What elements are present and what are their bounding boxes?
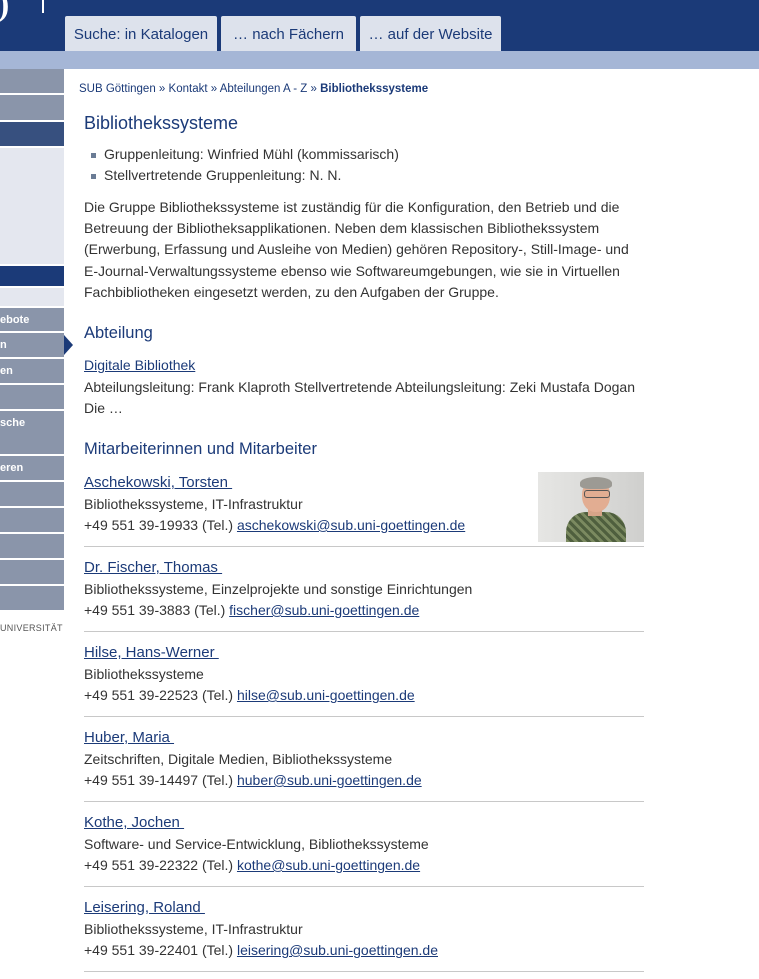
staff-email-link[interactable]: fischer@sub.uni-goettingen.de (229, 602, 419, 618)
divider (84, 716, 644, 717)
tel-label: (Tel.) (201, 687, 234, 703)
divider (84, 546, 644, 547)
sidebar-item[interactable] (0, 69, 64, 93)
department-link[interactable]: Digitale Bibliothek (84, 357, 195, 373)
staff-contact: +49 551 39-22322 (Tel.) kothe@sub.uni-go… (84, 857, 420, 873)
leadership-list: Gruppenleitung: Winfried Mühl (kommissar… (89, 145, 399, 187)
staff-email-link[interactable]: kothe@sub.uni-goettingen.de (237, 857, 420, 873)
sidebar-item[interactable] (0, 95, 64, 120)
divider (84, 886, 644, 887)
staff-heading: Mitarbeiterinnen und Mitarbeiter (84, 440, 317, 458)
staff-phone: +49 551 39-22523 (84, 687, 199, 703)
sidebar-item-label: ebote (0, 314, 30, 326)
tel-label: (Tel.) (201, 857, 234, 873)
sidebar-item[interactable] (0, 534, 64, 558)
sidebar-item[interactable] (0, 508, 64, 532)
sidebar-item-label: en (0, 365, 13, 377)
staff-department: Bibliothekssysteme (84, 666, 204, 682)
breadcrumb-current: Bibliothekssysteme (320, 83, 429, 95)
page-title: Bibliothekssysteme (84, 113, 239, 133)
staff-contact: +49 551 39-14497 (Tel.) huber@sub.uni-go… (84, 772, 422, 788)
breadcrumb-link[interactable]: Kontakt (169, 83, 208, 95)
sidebar-item[interactable]: en (0, 359, 64, 383)
sidebar-item[interactable]: eren (0, 456, 64, 480)
sidebar-item-active[interactable] (0, 122, 64, 146)
staff-contact: +49 551 39-22523 (Tel.) hilse@sub.uni-go… (84, 687, 415, 703)
breadcrumb-separator: » (158, 83, 166, 95)
staff-phone: +49 551 39-14497 (84, 772, 199, 788)
header-band (0, 51, 759, 69)
sidebar-item[interactable]: ebote (0, 308, 64, 331)
sidebar-item[interactable] (0, 560, 64, 584)
divider (84, 971, 644, 972)
list-item: Stellvertretende Gruppenleitung: N. N. (89, 166, 399, 187)
staff-name-link[interactable]: Huber, Maria (84, 729, 174, 746)
sidebar-item[interactable] (0, 586, 64, 610)
divider (84, 801, 644, 802)
staff-entry: Hilse, Hans-Werner Bibliothekssysteme +4… (84, 644, 644, 724)
sidebar-item[interactable] (0, 482, 64, 506)
breadcrumb-separator: » (310, 83, 317, 95)
tel-label: (Tel.) (194, 602, 226, 618)
staff-contact: +49 551 39-22401 (Tel.) leisering@sub.un… (84, 942, 438, 958)
staff-department: Zeitschriften, Digitale Medien, Biblioth… (84, 751, 393, 767)
breadcrumb-link[interactable]: SUB Göttingen (79, 83, 156, 95)
staff-entry: Dr. Fischer, Thomas Bibliothekssysteme, … (84, 559, 644, 639)
current-page-arrow-icon (64, 335, 73, 355)
sidebar-item-label: sche (0, 417, 26, 429)
staff-entry: Kothe, Jochen Software- und Service-Entw… (84, 814, 644, 894)
staff-department: Software- und Service-Entwicklung, Bibli… (84, 836, 429, 852)
staff-name-link[interactable]: Hilse, Hans-Werner (84, 644, 219, 661)
staff-phone: +49 551 39-22401 (84, 942, 199, 958)
staff-email-link[interactable]: aschekowski@sub.uni-goettingen.de (237, 517, 465, 533)
staff-contact: +49 551 39-3883 (Tel.) fischer@sub.uni-g… (84, 602, 419, 618)
staff-phone: +49 551 39-19933 (84, 517, 199, 533)
staff-photo (538, 472, 644, 542)
staff-name-link[interactable]: Kothe, Jochen (84, 814, 184, 831)
site-header: ) Suche: in Katalogen … nach Fächern … a… (0, 0, 759, 51)
breadcrumb-separator: » (210, 83, 218, 95)
tel-label: (Tel.) (201, 772, 234, 788)
staff-email-link[interactable]: leisering@sub.uni-goettingen.de (237, 942, 438, 958)
site-logo[interactable]: ) (0, 0, 9, 24)
tab-search-catalogs[interactable]: Suche: in Katalogen (65, 16, 217, 51)
staff-name-link[interactable]: Aschekowski, Torsten (84, 474, 232, 491)
list-item: Gruppenleitung: Winfried Mühl (kommissar… (89, 145, 399, 166)
tab-search-website[interactable]: … auf der Website (360, 16, 501, 51)
sidebar-spacer (0, 288, 64, 306)
sidebar-nav: ebote n en sche eren (0, 69, 73, 639)
staff-department: Bibliothekssysteme, IT-Infrastruktur (84, 496, 303, 512)
staff-name-link[interactable]: Dr. Fischer, Thomas (84, 559, 222, 576)
sidebar-item[interactable]: sche (0, 411, 64, 454)
staff-phone: +49 551 39-3883 (84, 602, 191, 618)
sidebar-item[interactable] (0, 385, 64, 409)
staff-email-link[interactable]: hilse@sub.uni-goettingen.de (237, 687, 415, 703)
group-description: Die Gruppe Bibliothekssysteme ist zustän… (84, 199, 629, 300)
staff-department: Bibliothekssysteme, IT-Infrastruktur (84, 921, 303, 937)
staff-name-link[interactable]: Leisering, Roland (84, 899, 205, 916)
department-summary: Abteilungsleitung: Frank Klaproth Stellv… (84, 379, 635, 417)
breadcrumb-link[interactable]: Abteilungen A - Z (220, 83, 308, 95)
tab-search-subjects[interactable]: … nach Fächern (221, 16, 356, 51)
tel-label: (Tel.) (201, 517, 234, 533)
university-label: UNIVERSITÄT (0, 623, 63, 633)
logo-separator (42, 0, 44, 13)
staff-email-link[interactable]: huber@sub.uni-goettingen.de (237, 772, 422, 788)
staff-entry: Leisering, Roland Bibliothekssysteme, IT… (84, 899, 644, 979)
sidebar-item-current[interactable] (0, 266, 64, 286)
staff-entry: Huber, Maria Zeitschriften, Digitale Med… (84, 729, 644, 809)
divider (84, 631, 644, 632)
sidebar-item-label: n (0, 339, 7, 351)
department-heading: Abteilung (84, 324, 153, 342)
sidebar-item-label: eren (0, 462, 24, 474)
sidebar-subnav (0, 148, 64, 264)
staff-contact: +49 551 39-19933 (Tel.) aschekowski@sub.… (84, 517, 465, 533)
staff-phone: +49 551 39-22322 (84, 857, 199, 873)
breadcrumb: SUB Göttingen » Kontakt » Abteilungen A … (79, 83, 428, 95)
tel-label: (Tel.) (201, 942, 234, 958)
sidebar-item[interactable]: n (0, 333, 64, 357)
staff-department: Bibliothekssysteme, Einzelprojekte und s… (84, 581, 473, 597)
